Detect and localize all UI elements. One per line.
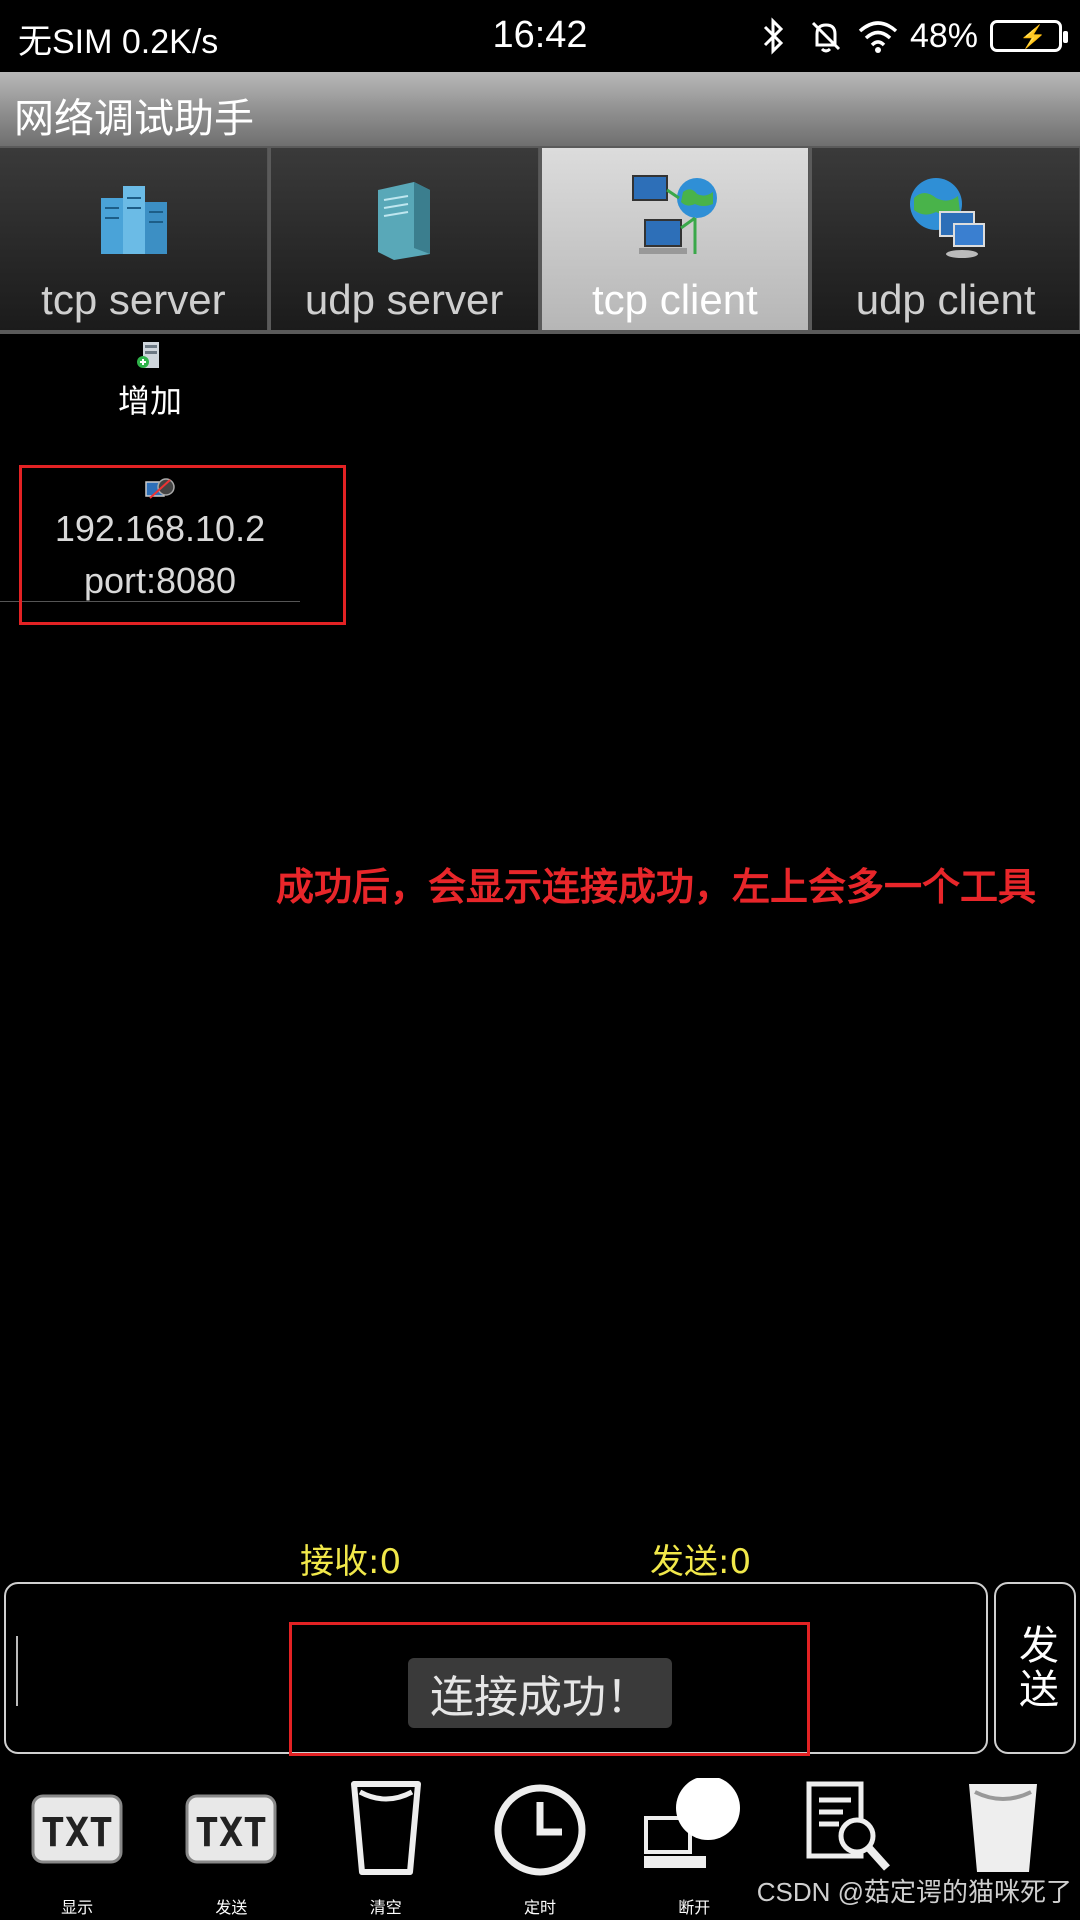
tab-udp-client[interactable]: udp client — [812, 148, 1080, 330]
toolbar-send-button[interactable]: TXT 发送 — [154, 1766, 308, 1920]
disconnect-icon — [644, 1778, 741, 1868]
tab-udp-server[interactable]: udp server — [270, 148, 539, 330]
watermark: CSDN @菇定谔的猫咪死了 — [756, 1877, 1072, 1907]
status-bar: 无SIM 0.2K/s 16:42 48% ⚡ — [0, 0, 1080, 72]
toolbar-display-button[interactable]: TXT 显示 — [0, 1766, 154, 1920]
tool-label: 断开 — [678, 1898, 711, 1917]
svg-text:TXT: TXT — [41, 1810, 113, 1856]
send-button[interactable]: 发送 — [994, 1582, 1076, 1754]
tab-label: udp client — [855, 276, 1036, 323]
tab-label: udp server — [304, 276, 504, 323]
clear-cup-icon — [350, 1781, 421, 1875]
tool-label: 显示 — [61, 1898, 94, 1917]
send-button-label: 发送 — [1012, 1624, 1058, 1712]
network-globe-icon — [631, 175, 717, 254]
highlight-box-toast — [289, 1622, 810, 1756]
add-label: 增加 — [117, 382, 182, 420]
toolbar-clear-button[interactable]: 清空 — [309, 1766, 463, 1920]
text-caret — [16, 1636, 18, 1706]
toolbar-timer-button[interactable]: 定时 — [463, 1766, 617, 1920]
add-connection-button[interactable]: 增加 — [100, 340, 200, 420]
battery-percent: 48% — [909, 16, 978, 55]
battery-charging-icon: ⚡ — [990, 20, 1068, 52]
svg-text:TXT: TXT — [195, 1810, 267, 1856]
tab-label: tcp client — [592, 276, 758, 323]
tool-label: 发送 — [215, 1898, 248, 1917]
send-counter: 发送:0 — [650, 1542, 752, 1582]
bluetooth-icon — [754, 16, 794, 56]
wifi-icon — [858, 16, 898, 56]
app-title: 网络调试助手 — [14, 96, 254, 142]
globe-computers-icon — [909, 178, 985, 258]
mode-tabs: tcp server udp server tcp client udp cli… — [0, 146, 1080, 334]
txt-display-icon: TXT — [31, 1794, 123, 1864]
status-icons: 48% ⚡ — [754, 12, 1068, 60]
tab-tcp-client[interactable]: tcp client — [541, 148, 810, 330]
app-title-bar: 网络调试助手 — [0, 72, 1080, 146]
tool-label: 清空 — [369, 1898, 402, 1917]
annotation-text: 成功后，会显示连接成功，左上会多一个工具 — [276, 865, 1037, 909]
add-server-icon — [137, 342, 159, 368]
receive-counter: 接收:0 — [300, 1542, 402, 1582]
servers-icon — [101, 186, 168, 254]
cup-filled-icon — [968, 1784, 1037, 1872]
bell-muted-icon — [806, 16, 846, 56]
server-tower-icon — [378, 182, 431, 260]
txt-send-icon: TXT — [185, 1794, 277, 1864]
clock-icon — [494, 1784, 586, 1876]
search-doc-icon — [806, 1781, 890, 1871]
tool-label: 定时 — [523, 1898, 556, 1917]
highlight-box-connection — [19, 465, 346, 625]
toolbar-disconnect-button[interactable]: 断开 — [617, 1766, 771, 1920]
tab-label: tcp server — [41, 276, 226, 323]
tab-tcp-server[interactable]: tcp server — [0, 148, 268, 330]
